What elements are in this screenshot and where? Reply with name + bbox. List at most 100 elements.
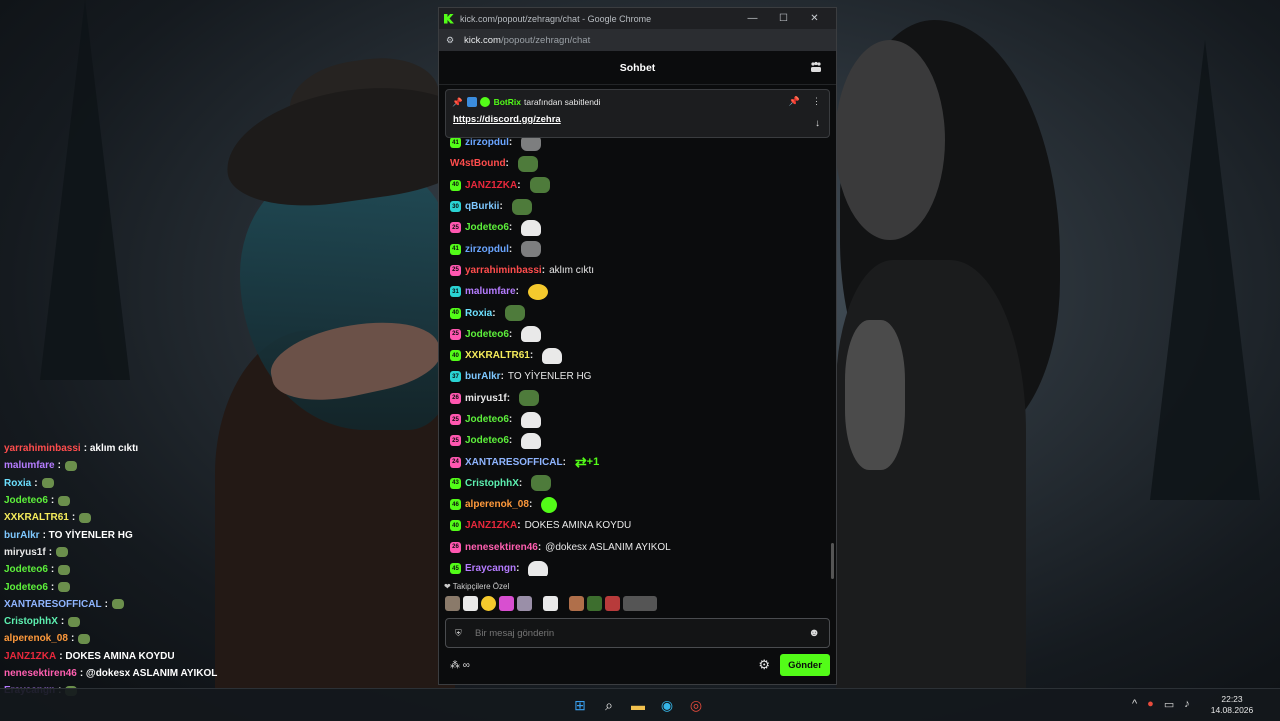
quick-emote[interactable] [517, 596, 532, 611]
chat-username[interactable]: Jodeteo6 [465, 414, 509, 425]
network-icon[interactable]: ▭ [1164, 698, 1174, 711]
chat-username[interactable]: malumfare [465, 286, 516, 297]
subscriber-badge[interactable]: 40 [450, 307, 461, 319]
subscriber-badge[interactable]: 26 [450, 392, 461, 404]
send-button[interactable]: Gönder [780, 654, 830, 676]
subscriber-badge[interactable]: 25 [450, 414, 461, 425]
quick-emote[interactable] [445, 596, 460, 611]
frog-emote[interactable] [517, 155, 538, 172]
people-icon[interactable] [810, 61, 822, 73]
arrow-down-icon[interactable]: ↓ [815, 118, 820, 129]
ghost-emote[interactable] [521, 411, 542, 428]
shield-icon[interactable]: ⛨ [455, 628, 465, 639]
frog-emote[interactable] [531, 475, 552, 492]
chat-message: 25 Jodeteo6: [439, 409, 835, 430]
gear-icon[interactable]: ⚙ [758, 657, 770, 673]
cat-emote[interactable] [521, 241, 542, 258]
subscriber-badge[interactable]: 25 [450, 264, 461, 276]
quick-emote[interactable] [605, 596, 620, 611]
unpin-icon[interactable]: 📌 [789, 96, 800, 107]
pinned-link[interactable]: https://discord.gg/zehra [446, 114, 829, 125]
chat-username[interactable]: yarrahiminbassi [465, 265, 542, 276]
chat-username[interactable]: zirzopdul [465, 244, 509, 255]
chat-username[interactable]: Eraycangn [465, 563, 516, 574]
subscriber-badge[interactable]: 24 [450, 456, 461, 468]
yellow-emote[interactable] [527, 283, 548, 300]
chat-username[interactable]: Jodeteo6 [465, 435, 509, 446]
retweet-emote[interactable]: ⇄ [575, 454, 587, 471]
chat-username[interactable]: XANTARESOFFICAL [465, 457, 563, 468]
chat-username[interactable]: JANZ1ZKA [465, 180, 517, 191]
subscriber-badge[interactable]: 41 [450, 243, 461, 255]
url-domain: kick.com [464, 34, 501, 46]
chat-username[interactable]: XXKRALTR61 [465, 350, 530, 361]
quick-emote[interactable] [569, 596, 584, 611]
close-button[interactable]: ✕ [799, 13, 830, 24]
pinned-bot-name[interactable]: BotRix [494, 97, 521, 107]
folder-icon[interactable]: ▬ [628, 695, 648, 715]
green-emote[interactable] [541, 496, 558, 513]
ghost-emote[interactable] [521, 326, 542, 343]
maximize-button[interactable]: ☐ [768, 13, 799, 24]
chat-input-box[interactable]: ⛨ ☻ [445, 618, 830, 648]
chat-username[interactable]: CristophhX [465, 478, 519, 489]
overlay-message: : [34, 477, 38, 489]
chat-username[interactable]: JANZ1ZKA [465, 520, 517, 531]
tune-icon[interactable]: ⚙ [446, 35, 456, 46]
subscriber-badge[interactable]: 40 [450, 520, 461, 532]
quick-emote[interactable] [481, 596, 496, 611]
quick-emote[interactable] [543, 596, 558, 611]
windows-icon[interactable]: ⊞ [570, 695, 590, 715]
taskbar-clock[interactable]: 22:23 14.08.2026 [1207, 694, 1257, 716]
frog-emote[interactable] [511, 198, 532, 215]
microphone-icon[interactable]: ● [1147, 698, 1154, 711]
chat-username[interactable]: burAlkr [465, 371, 501, 382]
ghost-emote[interactable] [542, 347, 563, 364]
quick-emote[interactable] [587, 596, 602, 611]
chat-scrollbar[interactable] [831, 543, 834, 579]
ghost-emote[interactable] [521, 219, 542, 236]
chrome-icon[interactable]: ◎ [686, 695, 706, 715]
chat-username[interactable]: Roxia [465, 308, 492, 319]
subscriber-badge[interactable]: 40 [450, 350, 461, 362]
chevron-up-icon[interactable]: ^ [1132, 698, 1137, 711]
subscriber-badge[interactable]: 45 [450, 563, 461, 575]
window-title: kick.com/popout/zehragn/chat - Google Ch… [460, 13, 652, 24]
subscriber-badge[interactable]: 40 [450, 179, 461, 191]
ghost-emote[interactable] [528, 560, 549, 576]
quick-emote[interactable] [463, 596, 478, 611]
chat-username[interactable]: nenesektiren46 [465, 542, 538, 553]
chat-message-input[interactable] [473, 626, 797, 640]
search-icon[interactable]: ⌕ [599, 695, 619, 715]
subscriber-badge[interactable]: 46 [450, 499, 461, 511]
subscriber-badge[interactable]: 43 [450, 477, 461, 489]
frog-emote[interactable] [504, 305, 525, 322]
smile-icon[interactable]: ☻ [808, 627, 820, 639]
chat-username[interactable]: zirzopdul [465, 137, 509, 148]
chat-username[interactable]: Jodeteo6 [465, 329, 509, 340]
minimize-button[interactable]: — [737, 13, 768, 24]
points-icon[interactable]: ⁂ ∞ [450, 660, 470, 671]
chat-username[interactable]: miryus1f [465, 393, 507, 404]
subscriber-badge[interactable]: 26 [450, 541, 461, 553]
chat-username[interactable]: W4stBound [450, 158, 506, 169]
address-bar[interactable]: ⚙ kick.com/popout/zehragn/chat [439, 29, 836, 51]
subscriber-badge[interactable]: 41 [450, 137, 461, 149]
chat-username[interactable]: Jodeteo6 [465, 222, 509, 233]
ghost-emote[interactable] [521, 432, 542, 449]
edge-icon[interactable]: ◉ [657, 695, 677, 715]
subscriber-badge[interactable]: 30 [450, 201, 461, 213]
quick-emote[interactable] [623, 596, 657, 611]
subscriber-badge[interactable]: 31 [450, 286, 461, 298]
subscriber-badge[interactable]: 25 [450, 222, 461, 234]
volume-icon[interactable]: ♪ [1184, 698, 1190, 711]
subscriber-badge[interactable]: 25 [450, 435, 461, 447]
more-icon[interactable]: ⋮ [812, 96, 821, 107]
quick-emote[interactable] [499, 596, 514, 611]
frog-emote[interactable] [529, 177, 550, 194]
frog-emote[interactable] [519, 390, 540, 407]
chat-username[interactable]: alperenok_08 [465, 499, 529, 510]
chat-username[interactable]: qBurkii [465, 201, 499, 212]
subscriber-badge[interactable]: 37 [450, 371, 461, 383]
subscriber-badge[interactable]: 25 [450, 328, 461, 340]
